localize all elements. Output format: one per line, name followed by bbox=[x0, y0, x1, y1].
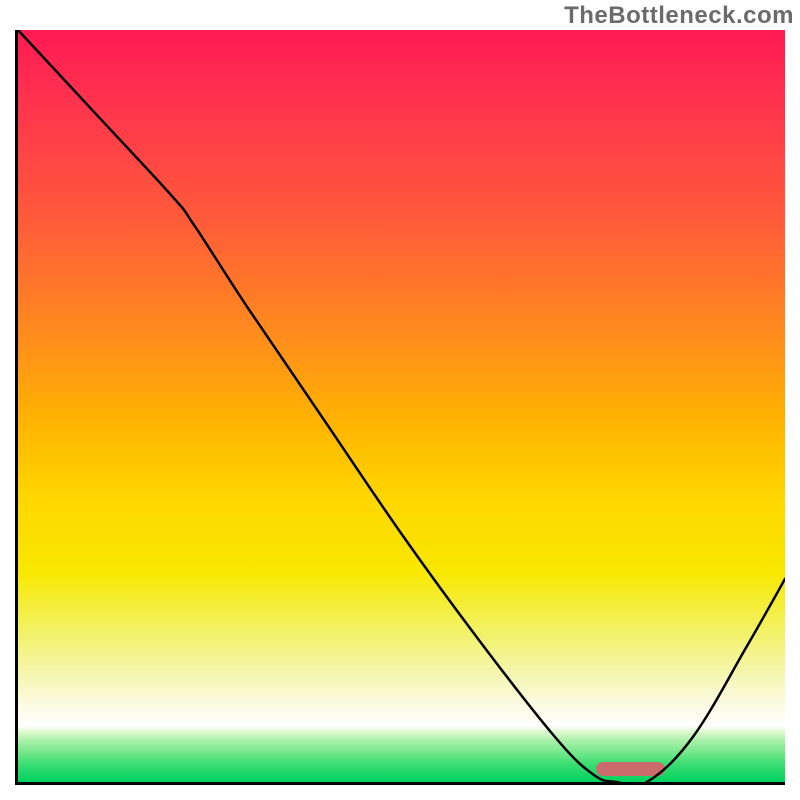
watermark-text: TheBottleneck.com bbox=[564, 2, 794, 30]
chart-plot-area bbox=[15, 30, 785, 785]
optimal-range-marker bbox=[596, 762, 665, 776]
chart-background-gradient bbox=[18, 30, 785, 782]
